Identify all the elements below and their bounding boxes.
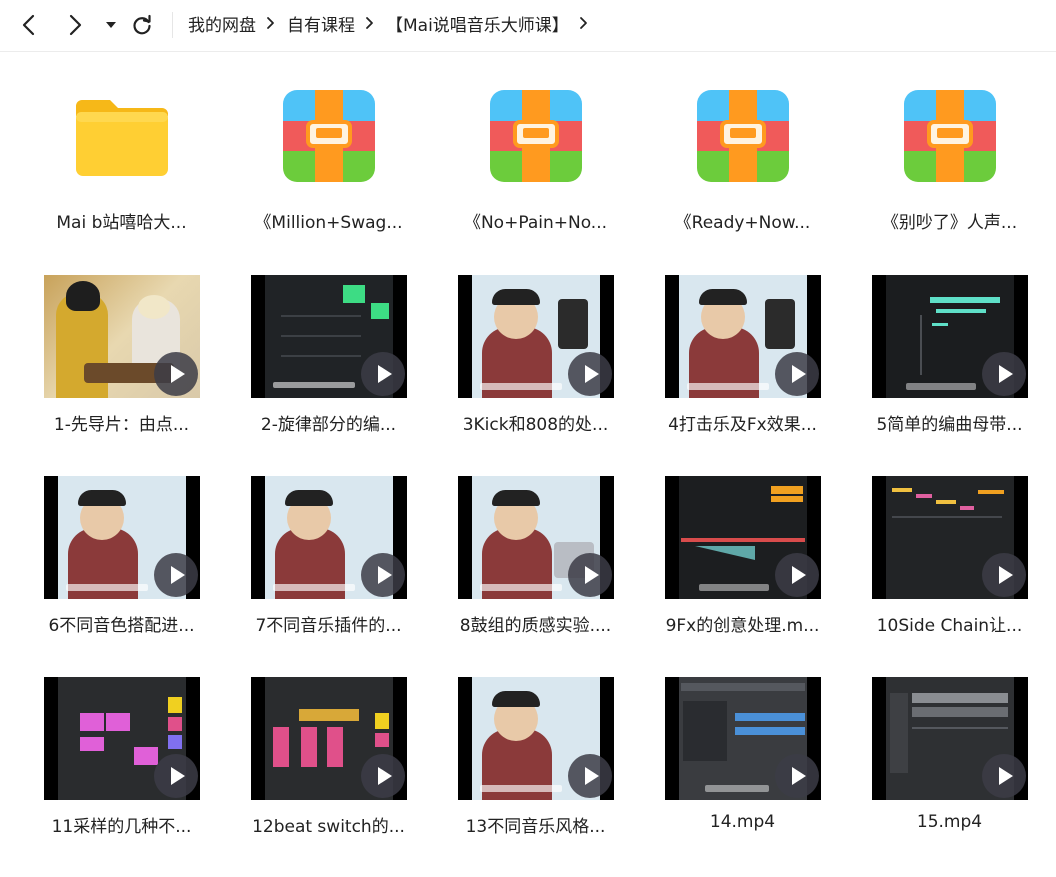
caret-down-icon	[106, 22, 116, 28]
play-icon[interactable]	[568, 553, 612, 597]
refresh-icon	[133, 14, 151, 35]
video-thumbnail	[251, 476, 407, 599]
video-item[interactable]: 9Fx的创意处理.m...	[639, 476, 846, 676]
toolbar-divider	[172, 12, 173, 38]
video-thumbnail	[665, 476, 821, 599]
file-name: 7不同音乐插件的...	[255, 616, 402, 636]
play-icon[interactable]	[154, 754, 198, 798]
video-item[interactable]: 4打击乐及Fx效果...	[639, 275, 846, 475]
zip-archive-icon	[904, 90, 996, 182]
video-thumbnail	[665, 275, 821, 398]
play-icon[interactable]	[361, 553, 405, 597]
breadcrumb-item-current[interactable]: 【Mai说唱音乐大师课】	[386, 11, 569, 36]
history-dropdown-button[interactable]	[100, 10, 122, 40]
file-name: 《Ready+Now...	[674, 213, 811, 233]
play-icon[interactable]	[154, 352, 198, 396]
file-name: 2-旋律部分的编...	[260, 415, 397, 435]
video-item[interactable]: 8鼓组的质感实验....	[432, 476, 639, 676]
folder-item[interactable]: Mai b站嘻哈大...	[18, 70, 225, 270]
video-item[interactable]: 15.mp4	[846, 677, 1053, 877]
video-item[interactable]: 7不同音乐插件的...	[225, 476, 432, 676]
video-item[interactable]: 6不同音色搭配进...	[18, 476, 225, 676]
file-name: 12beat switch的...	[252, 817, 405, 837]
zip-archive-icon	[697, 90, 789, 182]
play-icon[interactable]	[775, 352, 819, 396]
video-thumbnail	[458, 275, 614, 398]
video-item[interactable]: 11采样的几种不...	[18, 677, 225, 877]
file-name: 《Million+Swag...	[254, 213, 403, 233]
forward-button[interactable]	[60, 10, 90, 40]
video-item[interactable]: 14.mp4	[639, 677, 846, 877]
video-item[interactable]: 1-先导片：由点...	[18, 275, 225, 475]
play-icon[interactable]	[775, 553, 819, 597]
video-item[interactable]: 12beat switch的...	[225, 677, 432, 877]
archive-item[interactable]: 《Million+Swag...	[225, 70, 432, 270]
folder-icon	[76, 100, 168, 176]
play-icon[interactable]	[982, 754, 1026, 798]
video-thumbnail	[44, 677, 200, 800]
video-item[interactable]: 13不同音乐风格...	[432, 677, 639, 877]
breadcrumb-chevron-icon	[266, 16, 275, 30]
breadcrumb-more-chevron-icon[interactable]	[579, 16, 588, 30]
play-icon[interactable]	[568, 754, 612, 798]
file-name: 9Fx的创意处理.m...	[665, 616, 820, 636]
refresh-button[interactable]	[128, 10, 156, 40]
play-icon[interactable]	[361, 352, 405, 396]
file-name: 14.mp4	[709, 812, 776, 832]
video-thumbnail	[44, 275, 200, 398]
file-name: 8鼓组的质感实验....	[459, 616, 612, 636]
file-name: 6不同音色搭配进...	[48, 616, 195, 636]
play-icon[interactable]	[154, 553, 198, 597]
video-thumbnail	[872, 275, 1028, 398]
breadcrumb-chevron-icon	[365, 16, 374, 30]
chevron-right-icon	[69, 14, 82, 36]
play-icon[interactable]	[568, 352, 612, 396]
file-name: 1-先导片：由点...	[53, 415, 190, 435]
breadcrumb: 我的网盘 自有课程 【Mai说唱音乐大师课】	[188, 0, 600, 46]
back-button[interactable]	[14, 10, 44, 40]
file-name: 《别吵了》人声...	[881, 213, 1018, 233]
archive-item[interactable]: 《No+Pain+No...	[432, 70, 639, 270]
video-thumbnail	[458, 476, 614, 599]
video-item[interactable]: 3Kick和808的处...	[432, 275, 639, 475]
video-thumbnail	[44, 476, 200, 599]
file-name: 11采样的几种不...	[51, 817, 192, 837]
video-item[interactable]: 10Side Chain让...	[846, 476, 1053, 676]
video-thumbnail	[665, 677, 821, 800]
breadcrumb-item-courses[interactable]: 自有课程	[287, 11, 355, 36]
video-thumbnail	[251, 677, 407, 800]
chevron-left-icon	[22, 14, 35, 36]
video-item[interactable]: 5简单的编曲母带...	[846, 275, 1053, 475]
play-icon[interactable]	[775, 754, 819, 798]
zip-archive-icon	[283, 90, 375, 182]
video-thumbnail	[251, 275, 407, 398]
video-thumbnail	[872, 476, 1028, 599]
video-thumbnail	[872, 677, 1028, 800]
video-item[interactable]: 2-旋律部分的编...	[225, 275, 432, 475]
toolbar: 我的网盘 自有课程 【Mai说唱音乐大师课】	[0, 0, 1056, 52]
video-thumbnail	[458, 677, 614, 800]
file-name: 13不同音乐风格...	[465, 817, 606, 837]
file-name: 3Kick和808的处...	[462, 415, 609, 435]
play-icon[interactable]	[982, 553, 1026, 597]
zip-archive-icon	[490, 90, 582, 182]
play-icon[interactable]	[982, 352, 1026, 396]
file-name: 《No+Pain+No...	[463, 213, 608, 233]
file-name: 10Side Chain让...	[876, 616, 1023, 636]
archive-item[interactable]: 《别吵了》人声...	[846, 70, 1053, 270]
file-name: 15.mp4	[916, 812, 983, 832]
play-icon[interactable]	[361, 754, 405, 798]
archive-item[interactable]: 《Ready+Now...	[639, 70, 846, 270]
file-name: Mai b站嘻哈大...	[56, 213, 187, 233]
file-name: 5简单的编曲母带...	[876, 415, 1023, 435]
breadcrumb-item-my-drive[interactable]: 我的网盘	[188, 11, 256, 36]
file-name: 4打击乐及Fx效果...	[668, 415, 817, 435]
